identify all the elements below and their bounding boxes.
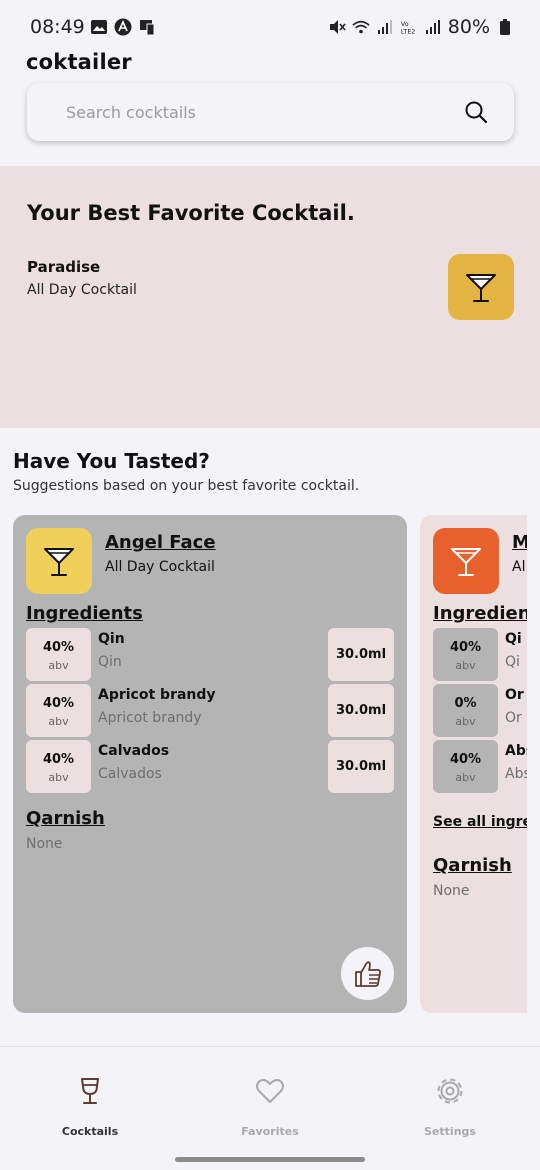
cocktail-icon-box <box>433 528 499 594</box>
volume-badge: 30.0ml <box>328 628 394 681</box>
search-icon[interactable] <box>464 100 488 124</box>
ingredient-row: 40% abv Qi Qi <box>433 628 527 681</box>
gallery-icon <box>90 18 108 36</box>
bottom-nav: Cocktails Favorites Settings <box>0 1046 540 1170</box>
abv-label: abv <box>48 715 69 728</box>
garnish-value: None <box>433 883 470 899</box>
cocktail-card[interactable]: M Al Ingredients 40% abv Qi Qi 0% abv Or… <box>420 515 527 1013</box>
ingredients-heading: Ingredients <box>433 603 527 624</box>
abv-badge: 0% abv <box>433 684 498 737</box>
ingredient-name: Qin <box>98 631 125 647</box>
thumbs-up-icon <box>354 960 381 987</box>
abv-value: 40% <box>42 696 75 711</box>
ingredient-row: 0% abv Or Or <box>433 684 527 737</box>
cocktail-category: Al <box>512 559 526 575</box>
ingredient-name: Calvados <box>98 743 170 759</box>
mute-icon <box>328 18 346 36</box>
ingredient-name: Apricot brandy <box>98 687 216 703</box>
svg-text:LTE2: LTE2 <box>401 28 415 35</box>
ingredient-alt-name: Apricot brandy <box>98 710 202 726</box>
nav-item-cocktails[interactable]: Cocktails <box>30 1047 150 1147</box>
abv-badge: 40% abv <box>26 684 91 737</box>
wifi-icon <box>352 18 370 36</box>
favorite-cocktail-icon-box[interactable] <box>448 254 514 320</box>
ingredient-alt-name: Qi <box>505 654 520 670</box>
cocktail-card[interactable]: Angel Face All Day Cocktail Ingredients … <box>13 515 407 1013</box>
abv-label: abv <box>48 771 69 784</box>
abv-label: abv <box>455 771 476 784</box>
abv-value: 40% <box>449 752 482 767</box>
gear-icon <box>437 1078 463 1104</box>
abv-value: 40% <box>449 640 482 655</box>
abv-badge: 40% abv <box>433 740 498 793</box>
ingredient-row: 40% abv Abs Abs <box>433 740 527 793</box>
ingredient-name: Abs <box>505 743 527 759</box>
signal-icon <box>376 18 394 36</box>
search-placeholder: Search cocktails <box>66 103 197 122</box>
cocktail-glass-icon <box>44 548 74 576</box>
status-right: Vo LTE2 80% <box>328 16 514 38</box>
ingredient-name: Or <box>505 687 524 703</box>
search-input[interactable]: Search cocktails <box>27 83 514 141</box>
signal-icon <box>424 18 442 36</box>
favorite-category: All Day Cocktail <box>27 282 137 298</box>
like-button[interactable] <box>341 947 394 1000</box>
nav-label-settings: Settings <box>424 1125 476 1138</box>
ingredient-row: 40% abv Calvados Calvados 30.0ml <box>26 740 394 793</box>
volume-badge: 30.0ml <box>328 684 394 737</box>
cocktail-name[interactable]: M <box>512 532 527 553</box>
cocktail-glass-icon <box>81 1078 99 1104</box>
abv-value: 40% <box>42 640 75 655</box>
favorite-name[interactable]: Paradise <box>27 258 100 276</box>
status-bar: 08:49 Vo LTE2 80% <box>0 0 540 56</box>
nav-label-favorites: Favorites <box>241 1125 299 1138</box>
see-all-ingredients-link[interactable]: See all ingredients <box>433 814 527 830</box>
battery-percent: 80% <box>447 16 490 38</box>
abv-badge: 40% abv <box>433 628 498 681</box>
ingredient-alt-name: Or <box>505 710 522 726</box>
cocktail-icon-box <box>26 528 92 594</box>
nav-item-favorites[interactable]: Favorites <box>210 1047 330 1147</box>
status-left-icons <box>90 18 156 36</box>
volume-badge: 30.0ml <box>328 740 394 793</box>
garnish-value: None <box>26 836 63 852</box>
cocktail-name[interactable]: Angel Face <box>105 532 216 553</box>
abv-value: 40% <box>42 752 75 767</box>
volte-icon: Vo LTE2 <box>400 18 418 36</box>
ingredient-name: Qi <box>505 631 522 647</box>
cocktail-glass-icon <box>451 548 481 576</box>
ingredients-heading: Ingredients <box>26 603 143 624</box>
abv-label: abv <box>455 715 476 728</box>
cocktail-glass-icon <box>466 274 496 302</box>
heart-icon <box>256 1078 284 1103</box>
abv-value: 0% <box>454 696 477 711</box>
cast-icon <box>138 18 156 36</box>
abv-badge: 40% abv <box>26 740 91 793</box>
status-time: 08:49 <box>30 16 85 38</box>
battery-icon <box>496 18 514 36</box>
abv-label: abv <box>48 659 69 672</box>
garnish-heading: Qarnish <box>26 808 105 829</box>
ingredient-alt-name: Qin <box>98 654 122 670</box>
abv-badge: 40% abv <box>26 628 91 681</box>
favorite-heading: Your Best Favorite Cocktail. <box>27 201 355 225</box>
ingredient-row: 40% abv Qin Qin 30.0ml <box>26 628 394 681</box>
svg-text:Vo: Vo <box>401 21 409 28</box>
nav-item-settings[interactable]: Settings <box>390 1047 510 1147</box>
ingredient-alt-name: Calvados <box>98 766 162 782</box>
app-icon <box>114 18 132 36</box>
ingredient-alt-name: Abs <box>505 766 527 782</box>
abv-label: abv <box>455 659 476 672</box>
home-indicator[interactable] <box>175 1157 365 1162</box>
garnish-heading: Qarnish <box>433 855 512 876</box>
app-title: coktailer <box>26 50 132 74</box>
favorite-section: Your Best Favorite Cocktail. Paradise Al… <box>0 166 540 428</box>
nav-label-cocktails: Cocktails <box>61 1125 119 1138</box>
suggestions-subheading: Suggestions based on your best favorite … <box>13 478 360 494</box>
suggestions-heading: Have You Tasted? <box>13 449 210 473</box>
cocktail-category: All Day Cocktail <box>105 559 215 575</box>
ingredient-row: 40% abv Apricot brandy Apricot brandy 30… <box>26 684 394 737</box>
